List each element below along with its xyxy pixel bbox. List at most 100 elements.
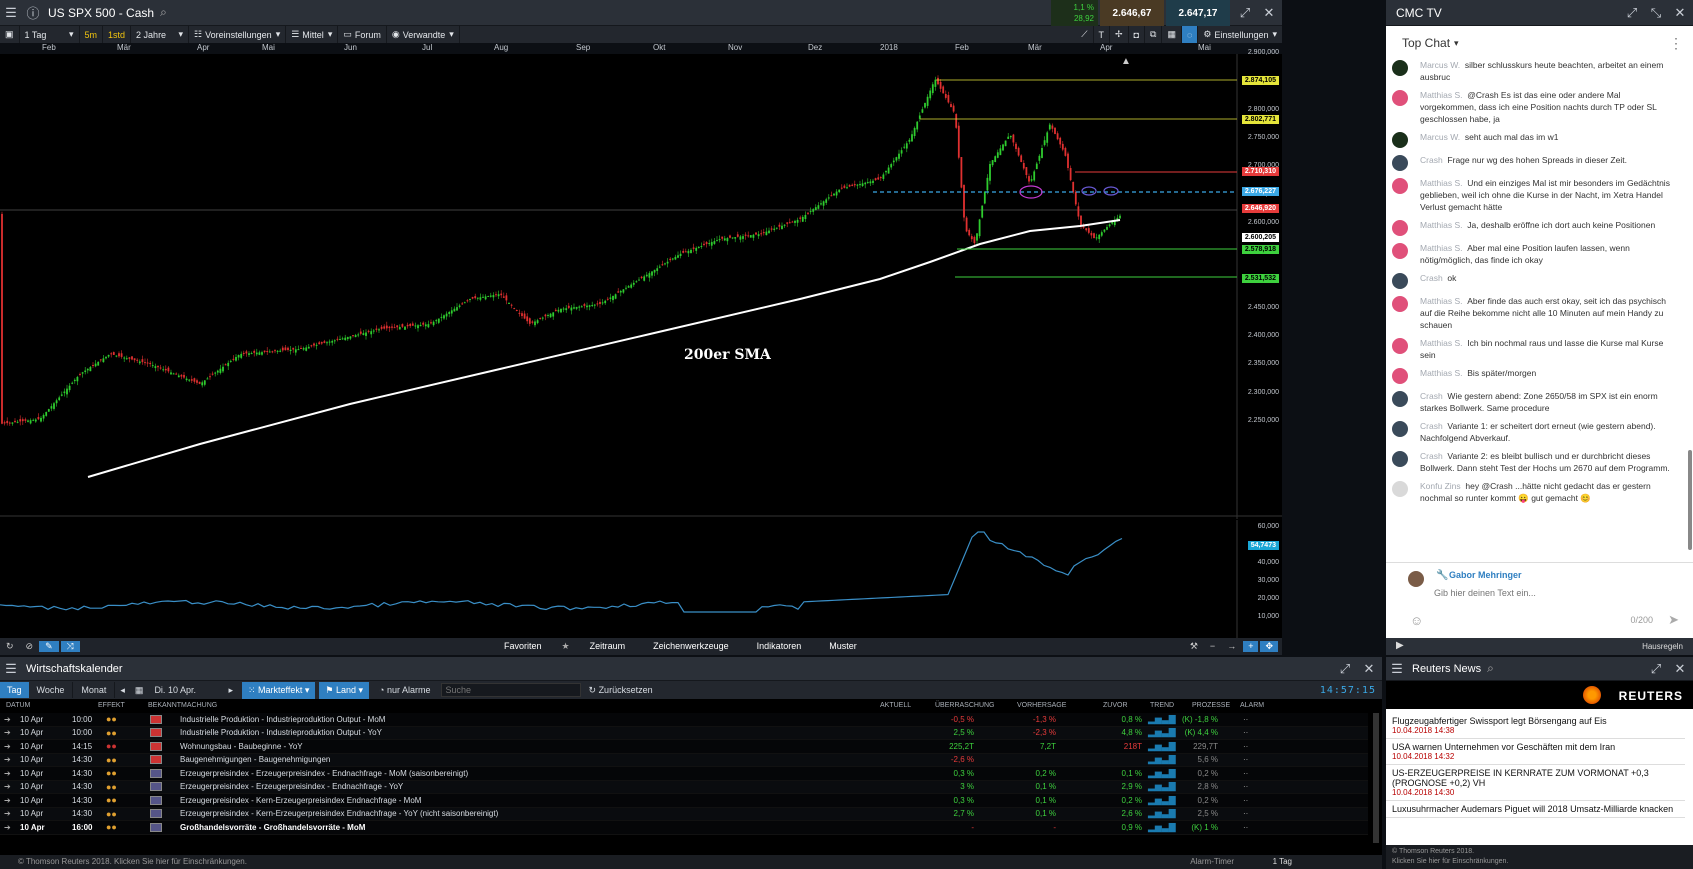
fit-icon[interactable]: ✥ (1260, 641, 1278, 652)
star-icon[interactable]: ★ (556, 641, 576, 652)
calendar-row[interactable]: ➔ 10 Apr 14:30 ●● Erzeugerpreisindex - Kern-… (0, 794, 1368, 808)
column-header[interactable]: PROZESSE (1192, 702, 1230, 709)
close-icon[interactable]: ✕ (1669, 2, 1691, 24)
chat-author[interactable]: Crash (1420, 273, 1443, 283)
chat-author[interactable]: Matthias S. (1420, 368, 1463, 378)
calendar-row[interactable]: ➔ 10 Apr 16:00 ●● Großhandelsvorräte - Großh… (0, 821, 1368, 835)
indicator-chart[interactable] (0, 520, 1282, 638)
column-header[interactable]: ALARM (1240, 702, 1264, 709)
draw-line-icon[interactable]: ⟋ (1076, 26, 1094, 43)
avg-menu[interactable]: ☰ Mittel ▾ (286, 26, 339, 43)
alarm-icon[interactable]: ·· (1243, 742, 1248, 751)
footer-copyright[interactable]: © Thomson Reuters 2018. Klicken Sie hier… (18, 857, 247, 866)
menu-icon[interactable]: ☰ (0, 658, 22, 680)
tab-zeitraum[interactable]: Zeitraum (576, 641, 640, 652)
zoom-in-icon[interactable]: + (1243, 641, 1259, 652)
btn-5m[interactable]: 5m (80, 26, 104, 43)
market-effect-filter[interactable]: ⁙ Markteffekt ▾ (241, 681, 316, 699)
column-header[interactable]: ÜBERRASCHUNG (935, 702, 995, 709)
scroll-left-icon[interactable]: → (1222, 641, 1241, 652)
news-restrictions-link[interactable]: Klicken Sie hier für Einschränkungen. (1392, 857, 1687, 867)
scroll-marker-icon[interactable]: ▲ (1121, 56, 1131, 67)
emoji-icon[interactable]: ☺ (1410, 613, 1423, 628)
calendar-row[interactable]: ➔ 10 Apr 14:30 ●● Baugenehmigungen - Baugene… (0, 753, 1368, 767)
tab-zeichenwerkzeuge[interactable]: Zeichenwerkzeuge (639, 641, 743, 652)
alarm-icon[interactable]: ·· (1243, 728, 1248, 737)
expand-icon[interactable]: ⤢ (1621, 2, 1643, 24)
country-filter[interactable]: ⚑ Land ▾ (319, 681, 370, 699)
layers-icon[interactable]: ⧉ (1145, 26, 1163, 43)
alarm-icon[interactable]: ·· (1243, 823, 1248, 832)
info-icon[interactable]: ⓘ (22, 2, 44, 24)
expand-icon[interactable]: ⤢ (1645, 658, 1667, 680)
room-select[interactable]: Top Chat (1402, 36, 1450, 50)
chevron-down-icon[interactable]: ▾ (1454, 38, 1459, 49)
presets-menu[interactable]: ☷ Voreinstellungen ▾ (189, 26, 287, 43)
tab-favoriten[interactable]: Favoriten (490, 641, 556, 652)
tab-monat[interactable]: Monat (73, 682, 116, 698)
zoom-out-icon[interactable]: − (1205, 641, 1220, 652)
chat-author[interactable]: Crash (1420, 391, 1443, 401)
alarm-icon[interactable]: ·· (1243, 809, 1248, 818)
sell-button[interactable]: 2.646,67 (1100, 0, 1164, 26)
column-header[interactable]: BEKANNTMACHUNG (148, 702, 217, 709)
tab-woche[interactable]: Woche (29, 682, 74, 698)
resize-icon[interactable]: ⤡ (1645, 2, 1667, 24)
interval-footer[interactable]: 1 Tag (1273, 857, 1292, 866)
expand-row-icon[interactable]: ➔ (4, 755, 11, 764)
menu-icon[interactable]: ☰ (1386, 658, 1408, 680)
expand-icon[interactable]: ⤢ (1334, 658, 1356, 680)
tab-indikatoren[interactable]: Indikatoren (743, 641, 816, 652)
calendar-row[interactable]: ➔ 10 Apr 14:30 ●● Erzeugerpreisindex - Kern-… (0, 807, 1368, 821)
chat-author[interactable]: Matthias S. (1420, 220, 1463, 230)
text-tool-icon[interactable]: T (1094, 26, 1111, 43)
chat-author[interactable]: Matthias S. (1420, 296, 1463, 306)
calendar-row[interactable]: ➔ 10 Apr 14:15 ●● Wohnungsbau - Baubeginne -… (0, 740, 1368, 754)
chat-author[interactable]: Crash (1420, 451, 1443, 461)
next-day-icon[interactable]: ▸ (223, 685, 238, 696)
expand-row-icon[interactable]: ➔ (4, 796, 11, 805)
chat-author[interactable]: Matthias S. (1420, 178, 1463, 188)
column-header[interactable]: EFFEKT (98, 702, 125, 709)
close-icon[interactable]: ✕ (1669, 658, 1691, 680)
chat-message-list[interactable]: Marcus W. silber schlusskurs heute beach… (1386, 56, 1685, 559)
chart-type-icon[interactable]: ▣ (0, 26, 20, 43)
chat-author[interactable]: Marcus W. (1420, 60, 1460, 70)
expand-row-icon[interactable]: ➔ (4, 728, 11, 737)
send-icon[interactable]: ➤ (1668, 612, 1679, 628)
chat-author[interactable]: Crash (1420, 421, 1443, 431)
block-icon[interactable]: ⊘ (20, 641, 40, 652)
chat-author[interactable]: Crash (1420, 155, 1443, 165)
calendar-row[interactable]: ➔ 10 Apr 14:30 ●● Erzeugerpreisindex - Erzeu… (0, 780, 1368, 794)
alarms-only-toggle[interactable]: ◔ nur Alarme (373, 682, 436, 698)
alarm-icon[interactable]: ·· (1243, 769, 1248, 778)
price-chart[interactable]: 200er SMA ▲ (0, 54, 1282, 519)
alarm-timer[interactable]: Alarm-Timer (1190, 857, 1234, 866)
column-header[interactable]: ZUVOR (1103, 702, 1128, 709)
column-header[interactable]: TREND (1150, 702, 1174, 709)
chat-author[interactable]: Matthias S. (1420, 90, 1463, 100)
expand-row-icon[interactable]: ➔ (4, 809, 11, 818)
forum-button[interactable]: ▭ Forum (338, 26, 387, 43)
pencil-icon[interactable]: ✎ (39, 641, 59, 652)
menu-icon[interactable]: ☰ (0, 2, 22, 24)
btn-1std[interactable]: 1std (103, 26, 132, 43)
news-item[interactable]: US-ERZEUGERPREISE IN KERNRATE ZUM VORMON… (1386, 765, 1685, 801)
camera-icon[interactable]: ◘ (1129, 26, 1146, 43)
news-item[interactable]: USA warnen Unternehmen vor Geschäften mi… (1386, 739, 1685, 765)
chat-author[interactable]: Matthias S. (1420, 243, 1463, 253)
buy-button[interactable]: 2.647,17 (1166, 0, 1230, 26)
chat-author[interactable]: Konfu Zins (1420, 481, 1461, 491)
close-icon[interactable]: ✕ (1258, 2, 1280, 24)
crosshair-tool-icon[interactable]: ⤨ (60, 641, 80, 652)
search-input[interactable] (440, 683, 581, 697)
alarm-icon[interactable]: ·· (1243, 715, 1248, 724)
date-field[interactable]: Di. 10 Apr. (148, 685, 223, 695)
alarm-icon[interactable]: ·· (1243, 755, 1248, 764)
news-item[interactable]: Flugzeugabfertiger Swissport legt Börsen… (1386, 713, 1685, 739)
grid-icon[interactable]: ▦ (1162, 26, 1182, 43)
video-icon[interactable]: ▶ (1396, 640, 1404, 651)
scrollbar[interactable] (1688, 450, 1692, 550)
news-list[interactable]: Flugzeugabfertiger Swissport legt Börsen… (1386, 713, 1685, 841)
prev-day-icon[interactable]: ◂ (115, 685, 130, 696)
